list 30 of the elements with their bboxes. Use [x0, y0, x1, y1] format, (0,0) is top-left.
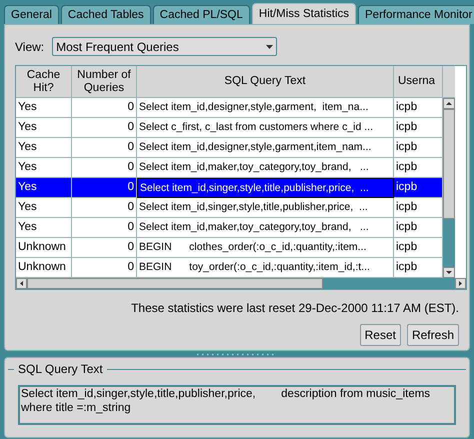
- table-row[interactable]: Yes 0 Select item_id,designer,style,garment, item_na... icpb: [16, 98, 443, 118]
- tab[interactable]: Cached PL/SQL: [152, 5, 250, 24]
- action-button[interactable]: Refresh: [406, 324, 459, 346]
- table-row[interactable]: Yes 0 Select item_id,maker,toy_category,toy_brand, ... icpb: [16, 158, 443, 178]
- tab[interactable]: Hit/Miss Statistics: [252, 3, 356, 24]
- table-cell: Select item_id,singer,style,title,publisher,price, ...: [137, 178, 394, 198]
- table-row[interactable]: Yes 0 Select c_first, c_last from customers where c_id ... icpb: [16, 118, 443, 138]
- reset-note: These statistics were last reset 29-Dec-2000 11:17 AM (EST).: [131, 300, 459, 317]
- scroll-up-icon[interactable]: [443, 98, 455, 109]
- table-row[interactable]: Yes 0 Select item_id,designer,style,garment,item_nam... icpb: [16, 138, 443, 158]
- group-title: SQL Query Text: [18, 361, 103, 378]
- scroll-right-icon[interactable]: [455, 278, 466, 289]
- sql-text-area[interactable]: Select item_id,singer,style,title,publisher,price, description from music_items where title =:m_string: [18, 385, 456, 425]
- table-row[interactable]: Yes 0 Select item_id,singer,style,title,publisher,price, ... icpb: [16, 198, 443, 218]
- view-label: View:: [15, 38, 44, 56]
- tab[interactable]: Performance Monitor: [358, 5, 474, 24]
- scroll-left-icon[interactable]: [16, 278, 27, 289]
- view-dropdown[interactable]: Most Frequent Queries: [52, 37, 278, 56]
- tab[interactable]: General: [4, 5, 59, 24]
- table-cell: Select item_id,maker,toy_category,toy_brand, ...: [137, 158, 394, 178]
- tab[interactable]: Cached Tables: [60, 5, 151, 24]
- horizontal-scrollbar[interactable]: [16, 278, 466, 289]
- dropdown-arrow-icon: [266, 44, 274, 48]
- scroll-down-icon[interactable]: [443, 267, 455, 278]
- table-row[interactable]: Yes 0 Select item_id,singer,style,title,publisher,price, ... icpb: [16, 178, 443, 198]
- vertical-scrollbar[interactable]: [443, 66, 455, 278]
- table-row[interactable]: Yes 0 Select item_id,maker,toy_category,toy_brand, ... icpb: [16, 218, 443, 238]
- table-row[interactable]: Unknown 0 BEGIN clothes_order(:o_c_id,:quantity,:item... icpb: [16, 238, 443, 258]
- action-button[interactable]: Reset: [360, 324, 401, 346]
- table-row[interactable]: Unknown 0 BEGIN toy_order(:o_c_id,:quantity,:item_id,:t... icpb: [16, 258, 443, 278]
